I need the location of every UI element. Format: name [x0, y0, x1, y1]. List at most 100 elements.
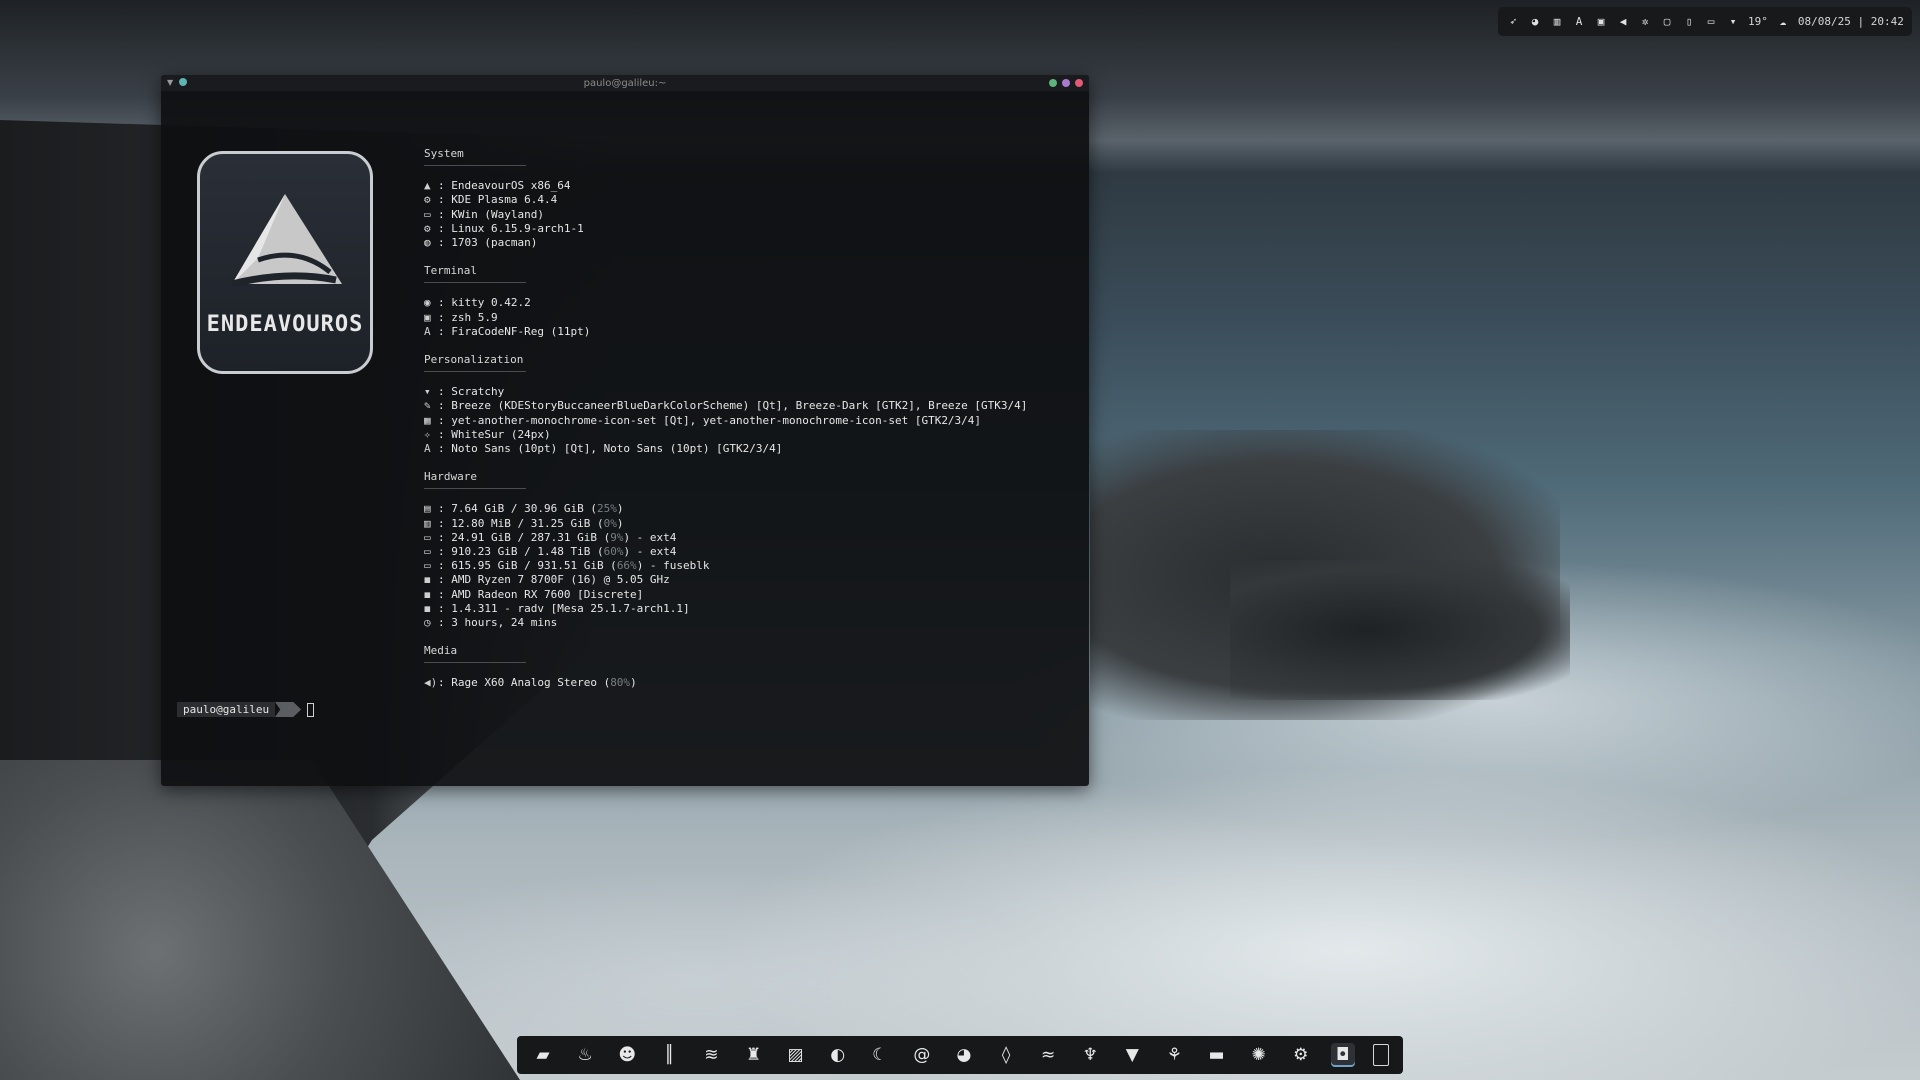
info-row: A: Noto Sans (10pt) [Qt], Noto Sans (10p…	[424, 442, 783, 456]
info-row: ▾: Scratchy	[424, 385, 505, 399]
wm-icon: ▭	[424, 207, 431, 221]
window-title: paulo@galileu:~	[583, 77, 667, 89]
font-icon[interactable]: A	[1572, 15, 1586, 29]
os-icon: ▲	[424, 179, 431, 193]
info-row: ▦: yet-another-monochrome-icon-set [Qt],…	[424, 413, 982, 427]
chevron-down-icon[interactable]: ▾	[1726, 15, 1740, 29]
disk-icon: ▭	[424, 530, 431, 544]
files-icon[interactable]: ▰	[531, 1043, 555, 1067]
discord-icon[interactable]: ◕	[1528, 15, 1542, 29]
de-icon: ⚙	[424, 193, 431, 207]
temperature[interactable]: 19°	[1748, 15, 1768, 28]
cloud-icon: ☁	[1779, 15, 1787, 28]
divider	[424, 488, 526, 490]
memory-icon: ▤	[424, 502, 431, 516]
chart-icon[interactable]: ▥	[1550, 15, 1564, 29]
divider	[424, 282, 526, 284]
divider	[424, 165, 526, 167]
spotify-icon[interactable]: ≈	[1036, 1043, 1060, 1067]
divider	[424, 662, 526, 664]
info-row: ▭: KWin (Wayland)	[424, 207, 544, 221]
section-title: System	[424, 147, 464, 160]
terminal-icon[interactable]: ▬	[1205, 1043, 1229, 1067]
info-row: ⚙: KDE Plasma 6.4.4	[424, 193, 558, 207]
datetime[interactable]: 08/08/25 | 20:42	[1798, 15, 1904, 28]
terminal-window[interactable]: ▼ paulo@galileu:~ ENDEAVOUROS System ▲: …	[161, 75, 1089, 786]
prompt-user: paulo@galileu	[177, 702, 276, 717]
flame-icon[interactable]: ♨	[573, 1043, 597, 1067]
volume-icon[interactable]: ◀	[1616, 15, 1630, 29]
swap-icon: ▥	[424, 516, 431, 530]
info-row: ▣: zsh 5.9	[424, 310, 498, 324]
cursor-theme-icon: ✧	[424, 427, 431, 441]
section-title: Media	[424, 644, 458, 658]
steam-icon[interactable]: ⚘	[1162, 1043, 1186, 1067]
fastfetch-output: System ▲: EndeavourOS x86_64 ⚙: KDE Plas…	[424, 147, 1027, 691]
dock: ▰ ♨ ☻ ║ ≋ ♜ ▨ ◐ ☾ @ ◕ ◊ ≈ ♆ ▼ ⚘ ▬ ✺ ⚙ ◘	[517, 1036, 1403, 1074]
battery-icon[interactable]: ▯	[1682, 15, 1696, 29]
prompt-arrow-icon	[275, 702, 302, 717]
disk-icon: ▭	[424, 545, 431, 559]
moon-icon[interactable]: ☾	[868, 1043, 892, 1067]
settings-icon[interactable]: ✲	[1638, 15, 1652, 29]
library-icon[interactable]: ║	[657, 1043, 681, 1067]
close-button[interactable]	[1075, 79, 1083, 87]
desktop-icon[interactable]	[1372, 1044, 1389, 1066]
packages-icon: ◍	[424, 236, 431, 250]
info-row: ◼: AMD Ryzen 7 8700F (16) @ 5.05 GHz	[424, 573, 670, 587]
logo-text: ENDEAVOUROS	[206, 312, 364, 337]
display-icon[interactable]: ▭	[1704, 15, 1718, 29]
window-titlebar[interactable]: ▼ paulo@galileu:~	[161, 75, 1089, 91]
drop-icon[interactable]: ◊	[994, 1043, 1018, 1067]
castle-icon[interactable]: ♜	[741, 1043, 765, 1067]
discord-icon[interactable]: ◕	[952, 1043, 976, 1067]
ghost-icon[interactable]: ☻	[615, 1043, 639, 1067]
vulkan-icon: ◼	[424, 601, 431, 615]
distro-logo: ENDEAVOUROS	[197, 151, 373, 374]
info-row: ◀): Rage X60 Analog Stereo (80%)	[424, 676, 637, 690]
section-title: Terminal	[424, 264, 477, 278]
icons-icon: ▦	[424, 413, 431, 427]
disk-icon: ▭	[424, 559, 431, 573]
joystick-icon[interactable]: ♆	[1078, 1043, 1102, 1067]
layers-icon[interactable]: ≋	[699, 1043, 723, 1067]
shield-icon[interactable]: ▼	[1120, 1043, 1144, 1067]
info-row: ▭: 910.23 GiB / 1.48 TiB (60%) - ext4	[424, 545, 677, 559]
info-row: ⚙: Linux 6.15.9-arch1-1	[424, 221, 584, 235]
section-title: Hardware	[424, 470, 477, 484]
info-row: ◼: 1.4.311 - radv [Mesa 25.1.7-arch1.1]	[424, 601, 690, 615]
info-row: ◷: 3 hours, 24 mins	[424, 616, 558, 630]
minimize-button[interactable]	[1049, 79, 1057, 87]
aperture-icon[interactable]: ✺	[1247, 1043, 1271, 1067]
info-row: ◉: kitty 0.42.2	[424, 296, 531, 310]
yuzu-icon[interactable]: ◐	[826, 1043, 850, 1067]
terminal-icon: ◉	[424, 296, 431, 310]
maximize-button[interactable]	[1062, 79, 1070, 87]
settings-icon[interactable]: ⚙	[1289, 1043, 1313, 1067]
shell-icon: ▣	[424, 310, 431, 324]
font-icon: A	[424, 442, 431, 456]
section-title: Personalization	[424, 353, 524, 367]
info-row: ◍: 1703 (pacman)	[424, 236, 538, 250]
pin-icon[interactable]: ▼	[167, 78, 173, 87]
info-row: ◼: AMD Radeon RX 7600 [Discrete]	[424, 587, 644, 601]
shell-prompt[interactable]: paulo@galileu	[177, 702, 315, 717]
info-row: A: FiraCodeNF-Reg (11pt)	[424, 324, 591, 338]
cpu-icon: ◼	[424, 573, 431, 587]
kernel-icon: ⚙	[424, 221, 431, 235]
divider	[424, 371, 526, 373]
image-editor-icon[interactable]: ▨	[784, 1043, 808, 1067]
uptime-icon: ◷	[424, 616, 431, 630]
cursor-icon: ▾	[424, 385, 431, 399]
text-cursor[interactable]	[307, 702, 315, 717]
font-icon: A	[424, 324, 431, 338]
screenshot-icon[interactable]: ◘	[1330, 1043, 1355, 1067]
rocket-icon[interactable]: ➶	[1506, 15, 1520, 29]
mail-icon[interactable]: @	[910, 1043, 934, 1067]
info-row: ▥: 12.80 MiB / 31.25 GiB (0%)	[424, 516, 624, 530]
clipboard-icon[interactable]: ▣	[1594, 15, 1608, 29]
system-tray: ➶ ◕ ▥ A ▣ ◀ ✲ ▢ ▯ ▭ ▾ 19° ☁ 08/08/25 | 2…	[1498, 7, 1912, 36]
speaker-icon: ◀)	[424, 676, 438, 690]
app-icon[interactable]	[179, 78, 188, 86]
lock-icon[interactable]: ▢	[1660, 15, 1674, 29]
